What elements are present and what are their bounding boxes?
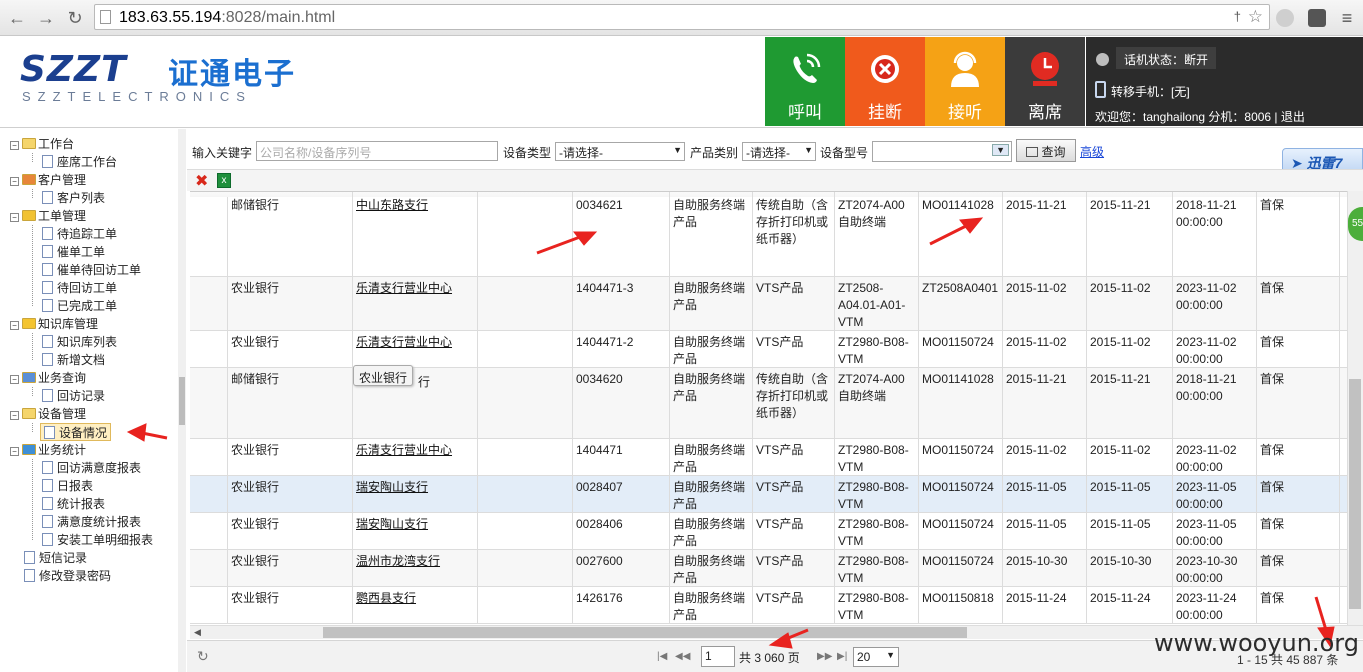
annotation-arrows [126, 217, 1335, 649]
watermark: www.wooyun.org [1154, 629, 1359, 657]
arrow-sidebar [141, 431, 168, 440]
arrow-serial-number-head [959, 217, 984, 234]
arrow-sidebar-head [126, 423, 147, 442]
arrow-order-number [536, 235, 581, 255]
arrow-record-count [1314, 596, 1328, 631]
arrow-total-pages-head [768, 632, 793, 649]
arrow-serial-number [929, 223, 969, 246]
